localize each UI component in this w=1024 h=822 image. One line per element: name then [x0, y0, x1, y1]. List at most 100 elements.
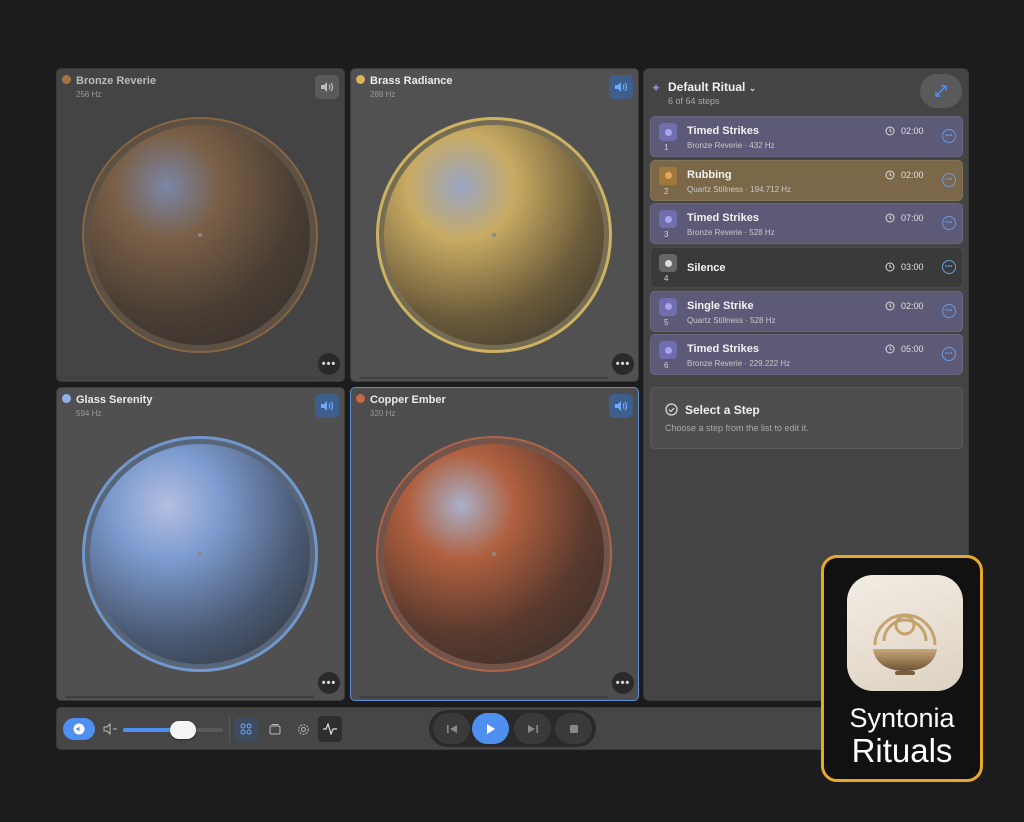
step-subtitle: Quartz Stillness · 528 Hz: [687, 315, 776, 325]
step-title: Timed Strikes: [687, 212, 759, 225]
step-duration: 02:00: [901, 300, 924, 311]
volume-slider-knob[interactable]: [170, 721, 196, 739]
play-icon: [486, 723, 495, 734]
bowl-step-icon: [659, 166, 677, 185]
bowl-panel-bronze-reverie[interactable]: Bronze Reverie 256 Hz •••: [56, 68, 345, 382]
step-number: 5: [664, 317, 669, 327]
ellipsis-icon: •••: [321, 358, 337, 370]
step-title: Silence: [687, 262, 726, 275]
bowl-frequency: 320 Hz: [370, 409, 396, 418]
ellipsis-icon: •••: [945, 351, 953, 358]
clock-icon: [885, 213, 895, 223]
select-step-title: Select a Step: [685, 403, 760, 417]
chevron-down-icon: ⌄: [748, 83, 757, 93]
more-options-button[interactable]: •••: [318, 672, 340, 694]
bowl-center-point: [492, 552, 496, 556]
ellipsis-icon: •••: [615, 358, 631, 370]
expand-arrows-icon: [935, 85, 947, 97]
clock-icon: [885, 126, 895, 136]
step-options-button[interactable]: •••: [942, 347, 956, 362]
ellipsis-icon: •••: [945, 264, 953, 271]
skip-forward-icon: [527, 724, 538, 733]
grid-view-button[interactable]: [234, 717, 258, 741]
ritual-title: Default Ritual: [668, 80, 746, 94]
more-options-button[interactable]: •••: [612, 672, 634, 694]
step-row[interactable]: 1 Timed Strikes Bronze Reverie · 432 Hz …: [650, 116, 963, 157]
next-button[interactable]: [514, 713, 551, 744]
step-row[interactable]: 5 Single Strike Quartz Stillness · 528 H…: [650, 290, 963, 332]
bowl-name: Brass Radiance: [370, 75, 453, 87]
step-options-button[interactable]: •••: [942, 260, 956, 275]
sparkle-icon: ✦: [651, 81, 662, 95]
more-options-button[interactable]: •••: [612, 353, 634, 375]
step-subtitle: Quartz Stillness · 194.712 Hz: [687, 184, 792, 194]
bowl-panel-copper-ember[interactable]: Copper Ember 320 Hz •••: [350, 387, 639, 701]
waveform-button[interactable]: [318, 716, 342, 742]
speaker-toggle-button[interactable]: [609, 75, 633, 99]
bowl-name: Glass Serenity: [76, 394, 153, 406]
stop-icon: [569, 724, 578, 733]
singing-bowl-app-icon: [847, 575, 963, 691]
step-title: Timed Strikes: [687, 125, 759, 137]
audio-mode-button[interactable]: [63, 718, 95, 740]
volume-low-icon: [103, 722, 119, 736]
step-options-button[interactable]: •••: [942, 216, 956, 231]
bowl-step-icon: [659, 210, 677, 229]
more-options-button[interactable]: •••: [318, 353, 340, 375]
step-duration: 07:00: [901, 213, 924, 224]
bowl-panel-glass-serenity[interactable]: Glass Serenity 594 Hz •••: [56, 387, 345, 701]
stack-icon: [269, 724, 281, 735]
ellipsis-icon: •••: [945, 176, 953, 183]
clock-icon: [885, 262, 895, 272]
clock-icon: [885, 344, 895, 354]
step-subtitle: Bronze Reverie · 432 Hz: [687, 141, 775, 150]
bowl-name: Copper Ember: [370, 394, 446, 406]
expand-button[interactable]: [920, 74, 962, 108]
speaker-toggle-button[interactable]: [315, 394, 339, 418]
stack-view-button[interactable]: [263, 717, 287, 741]
step-number: 6: [664, 361, 669, 371]
bowl-step-icon: [659, 297, 677, 316]
step-options-button[interactable]: •••: [942, 172, 956, 187]
step-row[interactable]: 4 Silence 03:00 •••: [650, 247, 963, 289]
bowl-color-dot: [62, 75, 71, 84]
bowl-panel-brass-radiance[interactable]: Brass Radiance 288 Hz •••: [350, 68, 639, 382]
speaker-icon: [615, 82, 628, 92]
step-number: 2: [664, 186, 669, 196]
bowl-frequency: 594 Hz: [76, 409, 102, 418]
step-duration: 02:00: [901, 169, 924, 180]
step-row[interactable]: 6 Timed Strikes Bronze Reverie · 229.222…: [650, 334, 963, 376]
step-title: Timed Strikes: [687, 343, 759, 356]
settings-button[interactable]: [291, 717, 315, 741]
step-number: 3: [664, 230, 669, 240]
step-subtitle: Bronze Reverie · 229.222 Hz: [687, 359, 791, 369]
silence-step-icon: [659, 254, 677, 273]
speaker-icon: [321, 82, 334, 92]
gear-icon: [297, 723, 309, 735]
bowl-color-dot: [356, 75, 365, 84]
previous-button[interactable]: [433, 713, 470, 744]
step-options-button[interactable]: •••: [942, 303, 956, 318]
checkmark-circle-icon: [665, 403, 678, 416]
step-duration: 03:00: [901, 262, 924, 273]
step-options-button[interactable]: •••: [942, 129, 956, 143]
bowl-progress-track: [65, 696, 314, 698]
ritual-title-dropdown[interactable]: Default Ritual ⌄: [668, 80, 756, 94]
speaker-toggle-button[interactable]: [609, 394, 633, 418]
volume-slider[interactable]: [123, 721, 223, 739]
step-row[interactable]: 3 Timed Strikes Bronze Reverie · 528 Hz …: [650, 203, 963, 245]
step-title: Single Strike: [687, 299, 754, 312]
ellipsis-icon: •••: [615, 677, 631, 689]
skip-back-icon: [446, 724, 457, 733]
bowl-name: Bronze Reverie: [76, 75, 157, 87]
step-row[interactable]: 2 Rubbing Quartz Stillness · 194.712 Hz …: [650, 159, 963, 201]
select-step-hint: Choose a step from the list to edit it.: [665, 423, 809, 433]
play-button[interactable]: [472, 713, 509, 744]
step-duration: 05:00: [901, 344, 924, 355]
ellipsis-icon: •••: [945, 220, 953, 227]
bowl-center-point: [198, 233, 202, 237]
speaker-toggle-button[interactable]: [315, 75, 339, 99]
app-icon-badge: Syntonia Rituals: [821, 555, 983, 782]
bowl-step-icon: [659, 341, 677, 360]
stop-button[interactable]: [555, 713, 592, 744]
